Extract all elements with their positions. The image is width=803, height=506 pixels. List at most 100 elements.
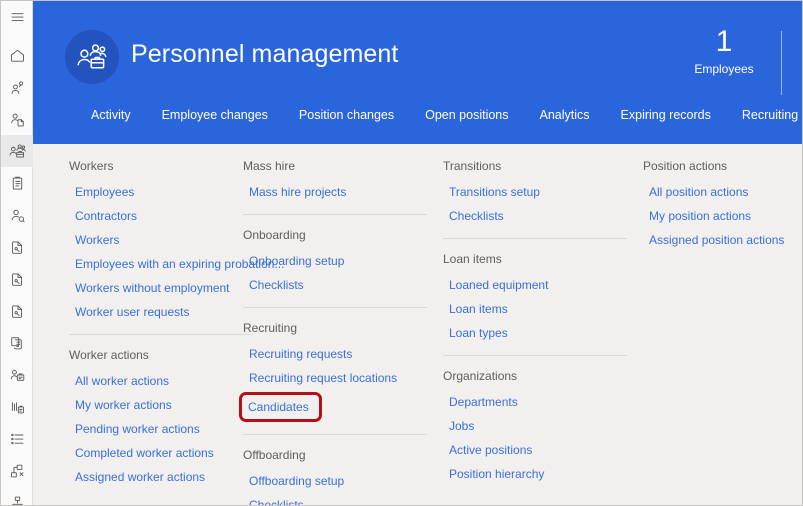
link-loan-types[interactable]: Loan types xyxy=(443,321,621,345)
link-checklists[interactable]: Checklists xyxy=(443,204,621,228)
link-contractors[interactable]: Contractors xyxy=(69,204,221,228)
link-active-positions[interactable]: Active positions xyxy=(443,438,621,462)
link-position-hierarchy[interactable]: Position hierarchy xyxy=(443,462,621,486)
link-mass-hire-projects[interactable]: Mass hire projects xyxy=(243,180,421,204)
link-group-title: Workers xyxy=(69,159,114,173)
link-group-title: Worker actions xyxy=(69,348,149,362)
group-divider xyxy=(443,238,627,239)
org-node-icon xyxy=(9,463,26,480)
link-all-position-actions[interactable]: All position actions xyxy=(643,180,790,204)
link-group-offboarding: Offboarding Offboarding setup Checklists xyxy=(243,447,421,505)
link-group-organizations: Organizations Departments Jobs Active posit… xyxy=(443,368,621,486)
link-assigned-position-actions[interactable]: Assigned position actions xyxy=(643,228,790,252)
link-group-title: Recruiting xyxy=(243,321,298,335)
group-divider xyxy=(243,434,427,435)
link-workers[interactable]: Workers xyxy=(69,228,221,252)
link-employees[interactable]: Employees xyxy=(69,180,221,204)
analytics-bar-icon xyxy=(9,399,26,416)
link-group-recruiting: Recruiting Recruiting requests Recruiting … xyxy=(239,320,421,424)
document-tag-2-icon xyxy=(9,271,26,288)
application-window: Personnel management 1 Employees Activit… xyxy=(0,0,803,506)
link-candidates[interactable]: Candidates xyxy=(239,392,322,422)
rail-item-hamburger-menu[interactable] xyxy=(1,1,33,33)
rail-item-document-tag-3[interactable] xyxy=(1,295,33,327)
link-checklists[interactable]: Checklists xyxy=(243,273,421,297)
group-divider xyxy=(243,214,427,215)
person-add-icon xyxy=(9,79,26,96)
rail-item-org-node[interactable] xyxy=(1,455,33,487)
tab-activity[interactable]: Activity xyxy=(91,104,131,131)
employees-kpi-label: Employees xyxy=(694,62,754,76)
link-assigned-worker-actions[interactable]: Assigned worker actions xyxy=(69,465,221,489)
link-group-workers: Workers Employees Contractors Workers Employ… xyxy=(69,158,284,324)
link-offboarding-setup[interactable]: Offboarding setup xyxy=(243,469,421,493)
tab-open-positions[interactable]: Open positions xyxy=(425,104,508,131)
kpi-divider xyxy=(781,31,782,95)
links-column-2: Mass hire Mass hire projects Onboarding Onb… xyxy=(233,158,433,505)
link-jobs[interactable]: Jobs xyxy=(443,414,621,438)
link-transitions-setup[interactable]: Transitions setup xyxy=(443,180,621,204)
rail-item-document-tag[interactable] xyxy=(1,231,33,263)
link-group-loan-items: Loan items Loaned equipment Loan items Loan… xyxy=(443,251,621,345)
rail-item-person-add[interactable] xyxy=(1,71,33,103)
link-group-title: Organizations xyxy=(443,369,518,383)
link-workers-without-employment[interactable]: Workers without employment xyxy=(69,276,230,300)
link-pending-worker-actions[interactable]: Pending worker actions xyxy=(69,417,221,441)
link-recruiting-request-locations[interactable]: Recruiting request locations xyxy=(243,366,421,390)
document-tag-3-icon xyxy=(9,303,26,320)
rail-item-person-document[interactable] xyxy=(1,103,33,135)
link-group-title: Loan items xyxy=(443,252,502,266)
link-group-title: Offboarding xyxy=(243,448,306,462)
rail-item-copy-document[interactable] xyxy=(1,327,33,359)
employees-kpi-value: 1 xyxy=(715,25,733,58)
group-divider xyxy=(443,355,627,356)
link-group-onboarding: Onboarding Onboarding setup Checklists xyxy=(243,227,421,297)
person-badge-icon xyxy=(9,367,26,384)
person-settings-icon xyxy=(9,207,26,224)
rail-item-people-briefcase[interactable] xyxy=(1,135,33,167)
link-all-worker-actions[interactable]: All worker actions xyxy=(69,369,221,393)
workspace-header: Personnel management 1 Employees Activit… xyxy=(33,1,802,144)
link-group-transitions: Transitions Transitions setup Checklists xyxy=(443,158,621,228)
rail-item-clipboard[interactable] xyxy=(1,167,33,199)
group-divider xyxy=(69,334,253,335)
rail-item-home[interactable] xyxy=(1,39,33,71)
link-loaned-equipment[interactable]: Loaned equipment xyxy=(443,273,621,297)
tab-position-changes[interactable]: Position changes xyxy=(299,104,394,131)
list-icon xyxy=(9,431,26,448)
employees-kpi: 1 Employees xyxy=(684,24,764,78)
tab-expiring-records[interactable]: Expiring records xyxy=(621,104,711,131)
link-completed-worker-actions[interactable]: Completed worker actions xyxy=(69,441,221,465)
group-divider xyxy=(243,307,427,308)
rail-item-analytics-bar[interactable] xyxy=(1,391,33,423)
link-worker-user-requests[interactable]: Worker user requests xyxy=(69,300,221,324)
page-title: Personnel management xyxy=(131,40,399,68)
tab-employee-changes[interactable]: Employee changes xyxy=(162,104,268,131)
link-group-title: Onboarding xyxy=(243,228,306,242)
link-recruiting-requests[interactable]: Recruiting requests xyxy=(243,342,421,366)
rail-item-person-badge[interactable] xyxy=(1,359,33,391)
tab-recruiting-requests[interactable]: Recruiting requests xyxy=(742,104,802,131)
link-checklists[interactable]: Checklists xyxy=(243,493,421,505)
link-departments[interactable]: Departments xyxy=(443,390,621,414)
home-icon xyxy=(9,47,26,64)
link-loan-items[interactable]: Loan items xyxy=(443,297,621,321)
rail-item-list[interactable] xyxy=(1,423,33,455)
rail-item-person-settings[interactable] xyxy=(1,199,33,231)
links-column-3: Transitions Transitions setup Checklists Lo… xyxy=(433,158,633,505)
link-my-position-actions[interactable]: My position actions xyxy=(643,204,790,228)
link-group-title: Position actions xyxy=(643,159,728,173)
navigation-rail xyxy=(1,1,33,505)
person-document-icon xyxy=(9,111,26,128)
links-column-1: Workers Employees Contractors Workers Employ… xyxy=(33,158,284,505)
link-onboarding-setup[interactable]: Onboarding setup xyxy=(243,249,421,273)
link-group-worker-actions: Worker actions All worker actions My worke… xyxy=(69,347,221,489)
document-tag-icon xyxy=(9,239,26,256)
rail-item-document-tag-2[interactable] xyxy=(1,263,33,295)
tab-analytics[interactable]: Analytics xyxy=(540,104,590,131)
rail-item-hierarchy[interactable] xyxy=(1,487,33,505)
link-my-worker-actions[interactable]: My worker actions xyxy=(69,393,221,417)
link-group-mass-hire: Mass hire Mass hire projects xyxy=(243,158,421,204)
workspace-icon-badge xyxy=(65,30,119,84)
link-employees-with-an-expiring-probation[interactable]: Employees with an expiring probation... xyxy=(69,252,284,276)
